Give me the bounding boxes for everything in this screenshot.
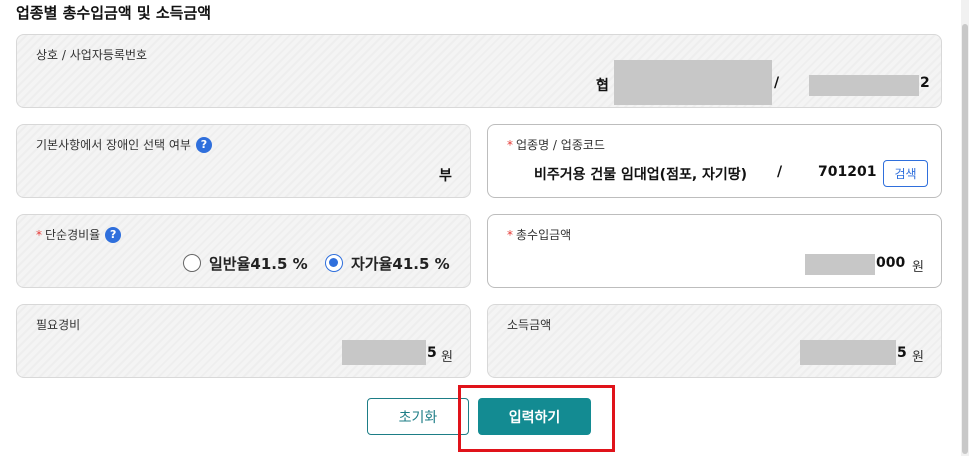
required-mark: *	[507, 137, 513, 152]
disability-field: 기본사항에서 장애인 선택 여부 ? 부	[16, 124, 471, 198]
total-income-suffix: 000	[876, 255, 906, 271]
radio-general-rate[interactable]	[183, 254, 201, 272]
income-amount-label: 소득금액	[507, 318, 552, 332]
necessary-expense-masked	[342, 340, 426, 365]
total-income-label: * 총수입금액	[507, 226, 571, 243]
necessary-expense-suffix: 5	[427, 345, 437, 361]
registration-number-suffix: 2	[920, 75, 930, 91]
disability-value: 부	[439, 168, 452, 184]
industry-label: * 업종명 / 업종코드	[507, 136, 605, 153]
industry-label-text: 업종명 / 업종코드	[516, 138, 605, 152]
scrollbar[interactable]	[961, 0, 969, 456]
business-info-field: 상호 / 사업자등록번호 협 / 2	[16, 34, 942, 108]
required-mark: *	[36, 227, 42, 242]
income-amount-masked	[800, 340, 896, 365]
expense-rate-field: * 단순경비율 ? 일반율41.5 % 자가율41.5 %	[16, 214, 471, 288]
total-income-label-text: 총수입금액	[516, 228, 572, 242]
industry-name: 비주거용 건물 임대업(점포, 자기땅)	[534, 167, 748, 183]
scrollbar-thumb[interactable]	[962, 24, 968, 454]
required-mark: *	[507, 227, 513, 242]
industry-separator: /	[777, 164, 783, 180]
industry-code: 701201	[818, 164, 877, 180]
radio-general-rate-label[interactable]: 일반율41.5 %	[209, 253, 308, 274]
total-income-masked	[805, 254, 875, 275]
business-name-prefix: 협	[596, 78, 609, 94]
expense-rate-label-text: 단순경비율	[45, 228, 101, 242]
radio-self-rate[interactable]	[325, 254, 343, 272]
help-icon[interactable]: ?	[105, 226, 122, 243]
disability-label: 기본사항에서 장애인 선택 여부 ?	[36, 136, 212, 153]
industry-search-button[interactable]: 검색	[883, 160, 928, 187]
business-name-masked	[614, 60, 772, 105]
radio-self-rate-label[interactable]: 자가율41.5 %	[351, 253, 450, 274]
submit-button[interactable]: 입력하기	[478, 398, 591, 435]
necessary-expense-unit: 원	[441, 350, 453, 365]
registration-number-masked	[809, 75, 919, 96]
income-amount-unit: 원	[912, 350, 924, 365]
help-icon[interactable]: ?	[195, 136, 212, 153]
expense-rate-label: * 단순경비율 ?	[36, 226, 122, 243]
business-info-label: 상호 / 사업자등록번호	[36, 48, 148, 62]
income-amount-field: 소득금액 5 원	[487, 304, 942, 378]
income-amount-suffix: 5	[897, 345, 907, 361]
reset-button[interactable]: 초기화	[367, 398, 469, 435]
total-income-unit: 원	[912, 260, 924, 275]
industry-field: * 업종명 / 업종코드 비주거용 건물 임대업(점포, 자기땅) / 7012…	[487, 124, 942, 198]
necessary-expense-field: 필요경비 5 원	[16, 304, 471, 378]
section-title: 업종별 총수입금액 및 소득금액	[16, 4, 212, 22]
business-separator: /	[774, 75, 780, 91]
total-income-field[interactable]: * 총수입금액 000 원	[487, 214, 942, 288]
necessary-expense-label: 필요경비	[36, 318, 81, 332]
disability-label-text: 기본사항에서 장애인 선택 여부	[36, 138, 191, 152]
